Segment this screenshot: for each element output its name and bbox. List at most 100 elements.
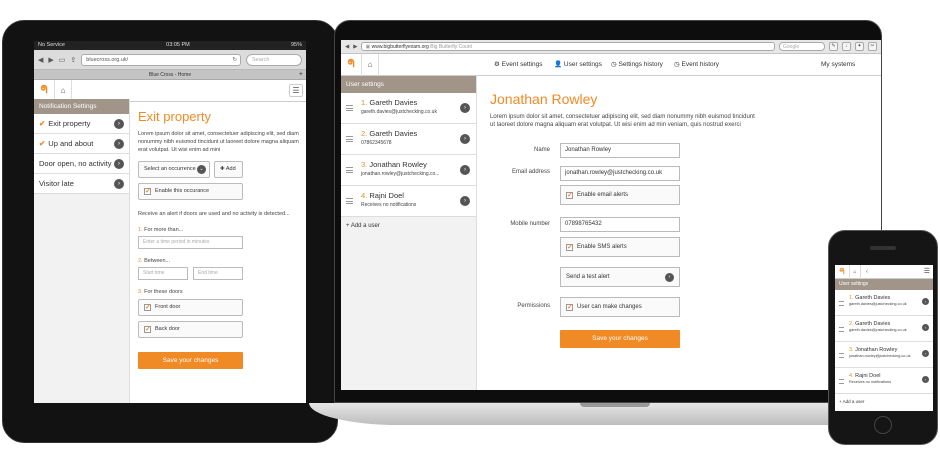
minutes-input[interactable]: Enter a time period in minutes <box>138 236 243 249</box>
forward-icon[interactable]: ▶ <box>48 56 53 64</box>
mobile-label: Mobile number <box>510 221 550 227</box>
list-item[interactable]: 2. Gareth Davies 07862345678 › <box>341 124 476 155</box>
bookmark-icon[interactable]: ✎ <box>829 42 838 51</box>
checkbox[interactable]: ✓ <box>566 244 573 251</box>
laptop-url-bar[interactable]: ▣ www.bigbutterflyexam.org Big Butterfly… <box>361 42 775 51</box>
nav-event-settings[interactable]: ⚙ Event settings <box>494 54 542 76</box>
home-icon[interactable]: ⌂ <box>361 53 379 76</box>
step-3-label: 3. For these doors <box>138 289 183 295</box>
chevron-right-icon: › <box>114 159 124 169</box>
drag-handle-icon[interactable] <box>346 136 353 142</box>
tablet-status-bar: No Service 03:05 PM 95% <box>34 41 306 50</box>
menu-icon[interactable]: ☰ <box>924 267 930 275</box>
back-door-checkbox[interactable]: ✓ Back door <box>138 321 243 338</box>
settings-icon[interactable]: ✦ <box>855 42 864 51</box>
tablet-browser-tab[interactable]: Blue Cross - Home + <box>34 70 306 80</box>
sidebar-item-door-open[interactable]: Door open, no activity › <box>34 154 129 174</box>
drag-handle-icon[interactable] <box>839 379 844 384</box>
chevron-right-icon: › <box>922 324 929 331</box>
drag-handle-icon[interactable] <box>346 198 353 204</box>
checkbox[interactable]: ✓ <box>566 304 573 311</box>
sms-alerts-checkbox[interactable]: ✓ Enable SMS alerts <box>560 237 680 257</box>
chevron-right-icon: › <box>922 376 929 383</box>
list-item[interactable]: 4. Rajni Doel Receives no notifications › <box>341 186 476 217</box>
logo-icon: ᖗ <box>839 266 845 276</box>
drag-handle-icon[interactable] <box>839 353 844 358</box>
drag-handle-icon[interactable] <box>346 167 353 173</box>
laptop-notch <box>580 403 650 407</box>
sidebar-item-exit-property[interactable]: ✔ Exit property › <box>34 114 129 134</box>
bookmarks-icon[interactable]: ▭ <box>59 56 66 64</box>
logo-icon: ᖗ <box>347 58 355 70</box>
chevron-right-icon: › <box>922 298 929 305</box>
list-item[interactable]: 3. Jonathan Rowley jonathan.rowley@justch… <box>835 342 933 368</box>
drag-handle-icon[interactable] <box>839 301 844 306</box>
save-button[interactable]: Save your changes <box>138 352 243 369</box>
laptop-search-field[interactable]: Google <box>779 42 825 51</box>
user-settings-heading: User settings <box>835 279 933 290</box>
email-alerts-checkbox[interactable]: ✓ Enable email alerts <box>560 185 680 205</box>
share-icon[interactable]: ⇪ <box>70 56 76 64</box>
sidebar-item-up-and-about[interactable]: ✔ Up and about › <box>34 134 129 154</box>
user-detail-panel: Jonathan Rowley Lorem ipsum dolor sit am… <box>490 76 870 359</box>
back-icon[interactable]: ‹ <box>861 265 873 279</box>
drag-handle-icon[interactable] <box>839 327 844 332</box>
nav-settings-history[interactable]: ◷ Settings history <box>611 54 663 76</box>
add-user-button[interactable]: + Add a user <box>341 217 476 235</box>
occurrence-select[interactable]: Select an occurrence ⌄ <box>138 161 210 178</box>
save-button[interactable]: Save your changes <box>560 330 680 348</box>
email-label: Email address <box>511 169 550 175</box>
name-field[interactable]: Jonathan Rowley <box>560 143 680 158</box>
end-time-input[interactable]: End time <box>193 267 243 280</box>
chevron-right-icon: › <box>114 119 124 129</box>
my-systems-link[interactable]: My systems <box>821 54 855 76</box>
chevron-down-icon: ⌄ <box>197 165 206 174</box>
permissions-label: Permissions <box>517 303 550 309</box>
chevron-right-icon: › <box>114 179 124 189</box>
downloads-icon[interactable]: ↓ <box>842 42 851 51</box>
battery: 95% <box>290 42 302 48</box>
enable-occurrence-checkbox[interactable]: ✓ Enable this occurance <box>138 183 243 200</box>
tablet-url-bar[interactable]: bluecross.org.uk/↻ <box>81 53 241 66</box>
tablet-browser-toolbar: ◀ ▶ ▭ ⇪ bluecross.org.uk/↻ Search <box>34 50 306 70</box>
tablet-screen: No Service 03:05 PM 95% ◀ ▶ ▭ ⇪ bluecros… <box>34 41 306 403</box>
sidebar-item-visitor-late[interactable]: Visitor late › <box>34 174 129 194</box>
new-tab-icon[interactable]: + <box>299 70 303 80</box>
send-test-alert-button[interactable]: Send a test alert › <box>560 267 680 287</box>
add-user-button[interactable]: + Add a user <box>835 394 933 409</box>
phone-speaker <box>870 246 896 250</box>
tools-icon[interactable]: ✂ <box>868 42 877 51</box>
nav-event-history[interactable]: ◷ Event history <box>674 54 719 76</box>
home-icon[interactable]: ⌂ <box>849 265 861 279</box>
back-icon[interactable]: ◀ <box>38 56 43 64</box>
back-icon[interactable]: ◀ <box>345 44 349 50</box>
name-label: Name <box>533 147 550 153</box>
page-title: Jonathan Rowley <box>490 91 598 107</box>
start-time-input[interactable]: Start time <box>138 267 188 280</box>
list-item[interactable]: 1. Gareth Davies gareth.davies@justchecki… <box>341 93 476 124</box>
checkbox[interactable]: ✓ <box>566 192 573 199</box>
menu-icon[interactable]: ☰ <box>289 84 303 97</box>
front-door-checkbox[interactable]: ✓ Front door <box>138 299 243 316</box>
user-list-panel: User settings 1. Gareth Davies gareth.dav… <box>341 76 477 390</box>
forward-icon[interactable]: ▶ <box>353 44 357 50</box>
list-item[interactable]: 1. Gareth Davies gareth.davies@justchecki… <box>835 290 933 316</box>
reload-icon[interactable]: ↻ <box>232 55 237 65</box>
tablet-search-field[interactable]: Search <box>246 53 302 66</box>
nav-user-settings[interactable]: 👤 User settings <box>554 54 602 76</box>
checkbox[interactable]: ✓ <box>144 188 151 195</box>
drag-handle-icon[interactable] <box>346 105 353 111</box>
mobile-field[interactable]: 07898765432 <box>560 217 680 232</box>
email-field[interactable]: jonathan.rowley@justchecking.co.uk <box>560 166 680 181</box>
intro-text: Lorem ipsum dolor sit amet, consectetuer… <box>138 131 299 153</box>
add-button[interactable]: ✚ Add <box>214 161 243 178</box>
list-item[interactable]: 2. Gareth Davies gareth.davies@justchecki… <box>835 316 933 342</box>
list-item[interactable]: 4. Rajni Doel Receives no notifications › <box>835 368 933 394</box>
list-item[interactable]: 3. Jonathan Rowley jonathan.rowley@justch… <box>341 155 476 186</box>
checkbox[interactable]: ✓ <box>144 304 151 311</box>
checkbox[interactable]: ✓ <box>144 326 151 333</box>
permissions-checkbox[interactable]: ✓ User can make changes <box>560 297 680 317</box>
check-icon: ✔ <box>39 119 46 128</box>
phone-home-button[interactable] <box>874 416 892 434</box>
chevron-right-icon: › <box>114 139 124 149</box>
